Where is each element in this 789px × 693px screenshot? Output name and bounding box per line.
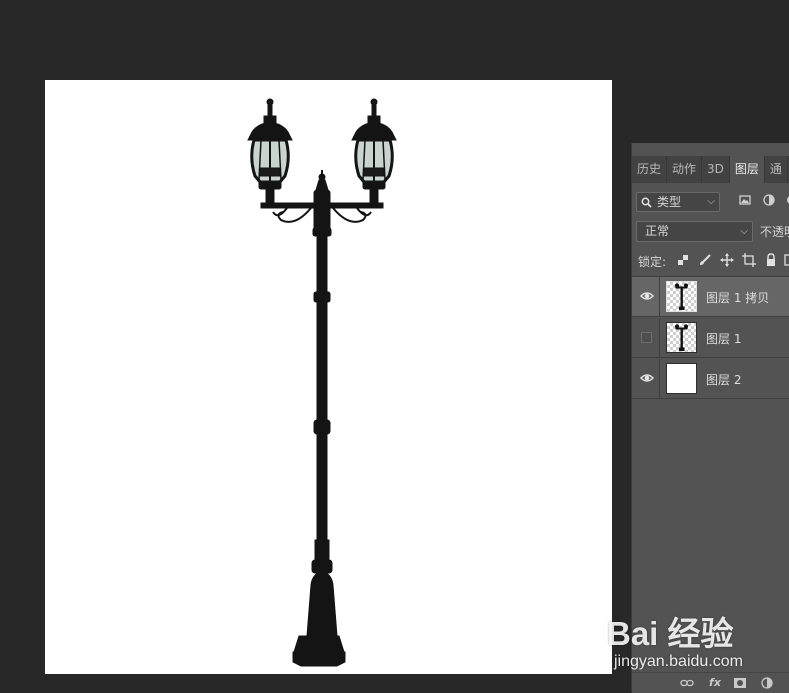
artboard-icon[interactable] [742,253,756,267]
link-icon[interactable] [680,677,694,689]
search-icon [641,197,652,208]
watermark-logo: Bai 经验 [607,615,734,652]
adjustment-icon[interactable] [760,677,774,689]
tab-layers[interactable]: 图层 [729,156,765,183]
layer-filter-row: 类型 ⌵ [632,191,789,215]
lock-icon[interactable] [764,253,778,267]
image-filter-icon[interactable] [738,193,752,207]
tab-channels[interactable]: 通 [765,156,788,183]
baidu-jingyan-watermark: Bai 经验 jingyan.baidu.com [605,605,789,675]
tab-history[interactable]: 历史 [632,156,668,183]
lamp-thumbnail-icon [674,283,689,310]
lock-transparent-pixels-icon[interactable] [676,253,690,267]
blend-mode-value: 正常 [645,224,670,238]
adjustment-filter-icon[interactable] [762,193,776,207]
lock-label: 锁定: [638,255,667,269]
layer-thumbnail [666,322,697,353]
visibility-toggle[interactable] [632,359,660,399]
lock-row: 锁定: [632,251,789,271]
visibility-toggle[interactable] [632,318,660,358]
layer-thumbnail [666,363,697,394]
mask-icon[interactable] [733,677,747,689]
filter-kind-select[interactable]: 类型 ⌵ [636,192,720,212]
chevron-down-icon: ⌵ [707,196,715,207]
blend-mode-select[interactable]: 正常 ⌵ [636,221,753,242]
layer-row[interactable]: 图层 1 [632,318,789,358]
panel-tabs: 历史 动作 3D 图层 通 [632,156,789,183]
layer-row[interactable]: 图层 2 [632,359,789,399]
layer-name[interactable]: 图层 1 拷贝 [706,289,769,306]
layer-name[interactable]: 图层 2 [706,371,741,388]
layer-row[interactable]: 图层 1 拷贝 [632,277,789,317]
document-canvas[interactable] [45,80,612,674]
brush-icon[interactable] [698,253,712,267]
watermark-url: jingyan.baidu.com [614,653,743,670]
blend-row: 正常 ⌵ 不透明 [632,221,789,245]
eye-icon[interactable] [640,373,654,383]
hidden-visibility-box[interactable] [641,332,652,343]
street-lamp-image [247,98,397,667]
lamp-thumbnail-icon [674,324,689,351]
fx-icon[interactable]: fx [708,677,722,689]
filter-kind-label: 类型 [657,195,682,209]
layers-panel-footer: fx [632,672,789,693]
type-filter-icon[interactable] [784,193,789,207]
move-icon[interactable] [720,253,734,267]
opacity-label: 不透明 [760,225,789,239]
visibility-toggle[interactable] [632,277,660,317]
layer-thumbnail [666,281,697,312]
eye-icon[interactable] [640,291,654,301]
layer-name[interactable]: 图层 1 [706,330,741,347]
fill-icon[interactable] [783,253,789,267]
tab-actions[interactable]: 动作 [667,156,703,183]
chevron-down-icon: ⌵ [740,226,748,237]
tab-3d[interactable]: 3D [702,156,730,183]
